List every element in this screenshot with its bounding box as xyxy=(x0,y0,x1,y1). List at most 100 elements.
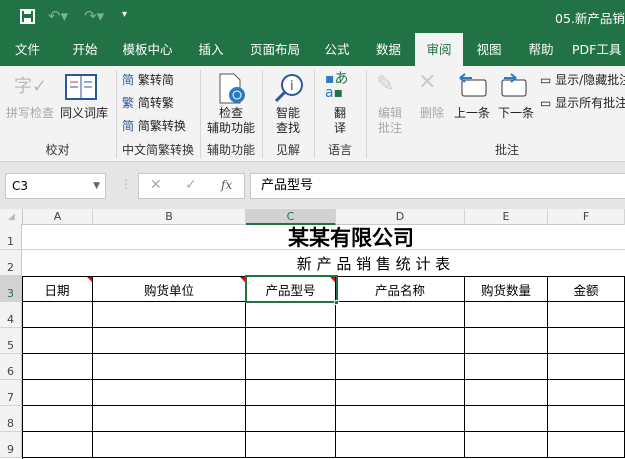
tab-view[interactable]: 视图 xyxy=(468,33,510,66)
table-cell[interactable] xyxy=(22,406,93,432)
check-accessibility-button[interactable]: 检查 辅助功能 xyxy=(203,106,259,136)
undo-icon[interactable]: ↶▾ xyxy=(48,7,68,25)
table-cell[interactable] xyxy=(465,302,548,328)
row-header-9[interactable]: 9 xyxy=(0,432,22,458)
tab-file[interactable]: 文件 xyxy=(5,33,50,66)
enter-icon[interactable]: ✓ xyxy=(185,177,197,193)
tab-templates[interactable]: 模板中心 xyxy=(115,33,180,66)
column-header-b[interactable]: B xyxy=(93,209,246,225)
table-cell[interactable] xyxy=(548,302,625,328)
thesaurus-button[interactable]: 同义词库 xyxy=(58,106,110,121)
row-header-3[interactable]: 3 xyxy=(0,276,22,302)
table-cell[interactable] xyxy=(548,432,625,458)
tab-formulas[interactable]: 公式 xyxy=(316,33,358,66)
tab-page-layout[interactable]: 页面布局 xyxy=(240,33,310,66)
table-cell[interactable] xyxy=(22,302,93,328)
convert-button[interactable]: 简 简繁转换 xyxy=(122,119,186,134)
trad-to-simp-label: 繁转简 xyxy=(137,73,174,87)
column-header-c[interactable]: C xyxy=(246,209,336,225)
table-cell[interactable] xyxy=(548,380,625,406)
header-cell[interactable]: 购货单位 xyxy=(93,276,246,302)
column-header-a[interactable]: A xyxy=(22,209,93,225)
table-cell[interactable] xyxy=(548,328,625,354)
table-cell[interactable] xyxy=(22,354,93,380)
smart-lookup-button[interactable]: 智能 查找 xyxy=(266,106,310,136)
table-cell[interactable] xyxy=(465,328,548,354)
delete-comment-button[interactable]: 删除 xyxy=(414,106,450,121)
table-cell[interactable] xyxy=(93,380,246,406)
insert-function-icon[interactable]: fx xyxy=(221,178,232,192)
tab-data[interactable]: 数据 xyxy=(366,33,411,66)
table-cell[interactable] xyxy=(548,406,625,432)
table-cell[interactable] xyxy=(93,432,246,458)
table-cell[interactable] xyxy=(336,354,465,380)
tab-pdf-tools[interactable]: PDF工具 xyxy=(572,33,625,66)
tab-home[interactable]: 开始 xyxy=(60,33,110,66)
spell-check-button[interactable]: 拼写检查 xyxy=(4,106,56,121)
table-cell[interactable] xyxy=(465,354,548,380)
sheet-title[interactable]: 某某有限公司 xyxy=(22,224,625,250)
table-cell[interactable] xyxy=(93,406,246,432)
table-cell[interactable] xyxy=(336,302,465,328)
selected-cell-c3[interactable] xyxy=(245,275,338,303)
row-header-2[interactable]: 2 xyxy=(0,250,22,276)
table-cell[interactable] xyxy=(93,302,246,328)
table-cell[interactable] xyxy=(93,328,246,354)
table-cell[interactable] xyxy=(336,432,465,458)
table-cell[interactable] xyxy=(548,354,625,380)
table-cell[interactable] xyxy=(465,380,548,406)
row-header-4[interactable]: 4 xyxy=(0,302,22,328)
formula-input[interactable]: 产品型号 xyxy=(250,173,625,199)
previous-comment-button[interactable]: 上一条 xyxy=(452,106,492,121)
save-icon[interactable] xyxy=(20,9,35,24)
simp-to-trad-button[interactable]: 繁 简转繁 xyxy=(122,96,174,111)
column-header-e[interactable]: E xyxy=(465,209,548,225)
table-cell[interactable] xyxy=(336,328,465,354)
table-cell[interactable] xyxy=(246,432,336,458)
name-box[interactable]: C3 ▼ xyxy=(5,173,106,199)
chevron-down-icon[interactable]: ▼ xyxy=(93,174,100,198)
drag-handle-icon[interactable]: ⋮ xyxy=(120,177,132,191)
header-cell[interactable]: 金额 xyxy=(548,276,625,302)
cancel-icon[interactable]: ✕ xyxy=(150,177,162,193)
tab-help[interactable]: 帮助 xyxy=(520,33,562,66)
table-cell[interactable] xyxy=(246,354,336,380)
row-header-1[interactable]: 1 xyxy=(0,224,22,250)
tab-review[interactable]: 审阅 xyxy=(415,33,463,66)
next-comment-button[interactable]: 下一条 xyxy=(494,106,538,121)
table-cell[interactable] xyxy=(336,406,465,432)
sheet-subtitle[interactable]: 新 产 品 销 售 统 计 表 xyxy=(22,250,625,276)
translate-button[interactable]: 翻译 xyxy=(318,106,362,136)
trad-to-simp-button[interactable]: 简 繁转简 xyxy=(122,73,174,88)
row-header-6[interactable]: 6 xyxy=(0,354,22,380)
row-header-7[interactable]: 7 xyxy=(0,380,22,406)
table-cell[interactable] xyxy=(465,432,548,458)
table-cell[interactable] xyxy=(246,302,336,328)
redo-icon[interactable]: ↷▾ xyxy=(84,7,104,25)
column-header-f[interactable]: F xyxy=(548,209,625,225)
row-header-8[interactable]: 8 xyxy=(0,406,22,432)
show-hide-comment-button[interactable]: ▭ 显示/隐藏批注 xyxy=(540,73,625,88)
table-cell[interactable] xyxy=(246,380,336,406)
header-cell[interactable]: 日期 xyxy=(22,276,93,302)
header-cell[interactable]: 产品名称 xyxy=(336,276,465,302)
show-all-label: 显示所有批注 xyxy=(555,96,625,110)
table-cell[interactable] xyxy=(336,380,465,406)
row-header-5[interactable]: 5 xyxy=(0,328,22,354)
table-cell[interactable] xyxy=(246,328,336,354)
edit-comment-button[interactable]: 编辑 批注 xyxy=(370,106,410,136)
previous-comment-icon xyxy=(459,73,487,97)
table-cell[interactable] xyxy=(246,406,336,432)
table-cell[interactable] xyxy=(465,406,548,432)
select-all-icon[interactable]: ◢ xyxy=(8,212,15,222)
show-all-comments-button[interactable]: ▭ 显示所有批注 xyxy=(540,96,625,111)
column-header-d[interactable]: D xyxy=(336,209,465,225)
header-cell[interactable]: 购货数量 xyxy=(465,276,548,302)
table-cell[interactable] xyxy=(93,354,246,380)
table-cell[interactable] xyxy=(22,432,93,458)
table-cell[interactable] xyxy=(22,380,93,406)
table-cell[interactable] xyxy=(22,328,93,354)
fill-handle[interactable] xyxy=(334,300,339,305)
tab-insert[interactable]: 插入 xyxy=(190,33,232,66)
customize-icon[interactable]: ▾ xyxy=(122,9,127,20)
